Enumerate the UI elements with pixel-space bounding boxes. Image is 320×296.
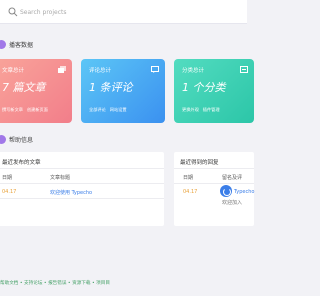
date-column-header: 日期 (2, 175, 13, 181)
posts-stat-label: 文章总计 (2, 68, 25, 74)
guide-section-header: 帮助信息 (0, 133, 33, 145)
divider (174, 168, 254, 169)
comments-stat-label: 评论总计 (89, 68, 112, 74)
divider (0, 198, 164, 199)
support-forum-link[interactable]: 支持论坛 (24, 281, 42, 286)
section-bullet (0, 39, 6, 49)
date-column-header: 日期 (183, 175, 194, 181)
tag-icon (240, 66, 248, 73)
stats-section-header: 播客数据 (0, 38, 33, 50)
divider (0, 168, 164, 169)
author-column-header: 留名及评 (222, 175, 243, 181)
recent-posts-title: 最近发布的文章 (2, 160, 41, 166)
recent-replies-panel: 最近得到的回复 日期 留名及评 04.17 Typecho 欢迎加入 (174, 152, 254, 226)
downloads-link[interactable]: 资源下载 (72, 281, 90, 286)
footer-links: 帮助文档 • 支持论坛 • 报告错误 • 资源下载 • 项目目 (0, 281, 110, 286)
comment-icon (151, 66, 159, 73)
reply-author-link[interactable]: Typecho (234, 189, 254, 195)
search-input[interactable] (20, 5, 160, 19)
reply-excerpt: 欢迎加入 (222, 200, 243, 206)
report-bug-link[interactable]: 报告错误 (48, 281, 66, 286)
reply-date: 04.17 (183, 189, 198, 195)
categories-stat-label: 分类总计 (182, 68, 205, 74)
categories-stat-card: 分类总计 1 个分类 更换外观 插件管理 (174, 59, 254, 123)
project-link[interactable]: 项目目 (96, 281, 110, 286)
plugin-manage-link[interactable]: 插件管理 (203, 107, 220, 113)
avatar (220, 185, 232, 197)
posts-stat-value: 7 篇文章 (2, 81, 46, 94)
recent-posts-panel: 最近发布的文章 日期 文章标题 04.17 欢迎使用 Typecho (0, 152, 164, 226)
guide-section-title: 帮助信息 (9, 136, 34, 144)
stats-section-title: 播客数据 (9, 41, 34, 49)
posts-stat-card: 文章总计 7 篇文章 撰写新文章 创建新页面 (0, 59, 72, 123)
comments-stat-card: 评论总计 1 条评论 全部评论 网站设置 (81, 59, 165, 123)
create-page-link[interactable]: 创建新页面 (27, 107, 48, 113)
post-title-link[interactable]: 欢迎使用 Typecho (50, 189, 92, 196)
top-bar (0, 0, 247, 24)
title-column-header: 文章标题 (50, 175, 71, 181)
section-bullet (0, 134, 6, 144)
divider (174, 183, 254, 184)
recent-replies-title: 最近得到的回复 (180, 160, 219, 166)
copy-icon (58, 66, 66, 73)
change-theme-link[interactable]: 更换外观 (182, 107, 199, 113)
divider (0, 183, 164, 184)
write-post-link[interactable]: 撰写新文章 (2, 107, 23, 113)
all-comments-link[interactable]: 全部评论 (89, 107, 106, 113)
categories-stat-value: 1 个分类 (182, 81, 226, 94)
site-settings-link[interactable]: 网站设置 (110, 107, 127, 113)
post-date: 04.17 (2, 189, 17, 195)
help-docs-link[interactable]: 帮助文档 (0, 281, 18, 286)
comments-stat-value: 1 条评论 (89, 81, 133, 94)
search-icon (8, 7, 18, 17)
